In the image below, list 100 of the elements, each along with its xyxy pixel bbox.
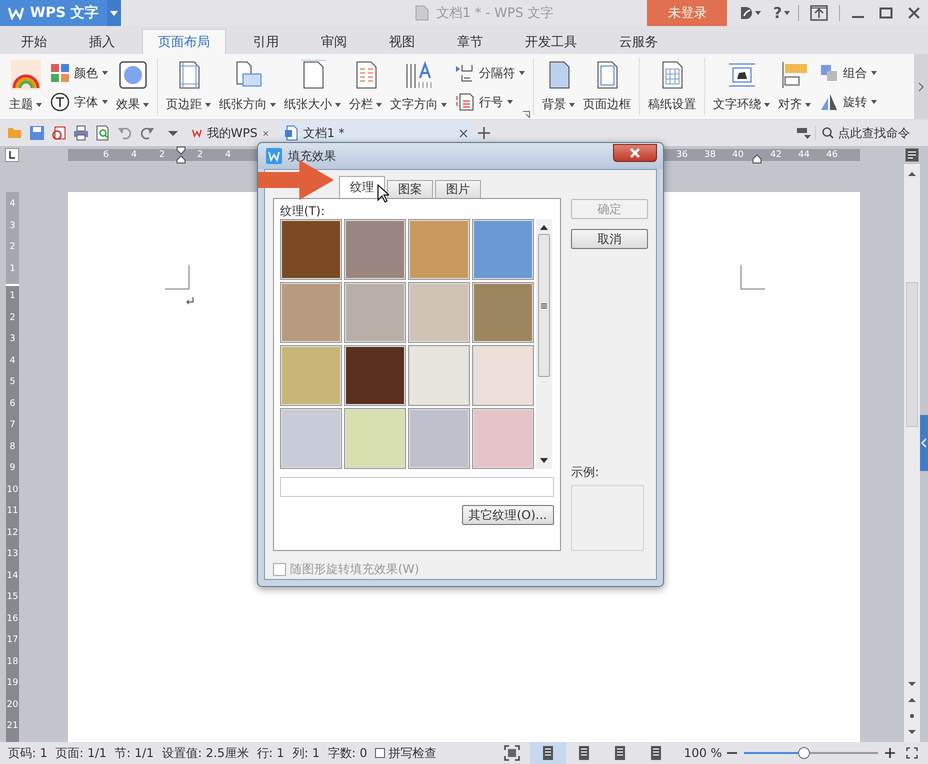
close-icon[interactable] [459, 128, 468, 138]
scroll-down-icon[interactable] [540, 458, 548, 463]
scroll-down-icon[interactable] [907, 680, 917, 688]
texture-swatch[interactable] [472, 345, 534, 406]
ruler-number: 4 [8, 198, 16, 211]
texture-swatch[interactable] [344, 219, 406, 280]
ribbon-button[interactable]: 行号 [452, 89, 528, 115]
scroll-up-icon[interactable] [540, 225, 548, 230]
close-icon[interactable] [262, 128, 268, 138]
scroll-up-icon[interactable] [907, 170, 917, 178]
texture-swatch[interactable] [344, 408, 406, 469]
ruler-number: 17 [6, 634, 19, 647]
browse-object-icon[interactable] [907, 712, 917, 720]
view-mode-button[interactable] [530, 742, 566, 764]
skin-icon[interactable] [740, 6, 762, 20]
pdf-export-icon[interactable] [51, 125, 67, 141]
texture-swatch[interactable] [472, 219, 534, 280]
ribbon-button[interactable]: 颜色 [47, 60, 111, 86]
ribbon-tab[interactable]: 审阅 [306, 29, 362, 54]
page-break-icon [455, 63, 475, 83]
ribbon-button[interactable]: 分栏 [346, 56, 385, 119]
font-icon [50, 92, 70, 112]
ribbon-button[interactable]: 分隔符 [452, 60, 528, 86]
ribbon-button[interactable]: 页边距 [163, 56, 214, 119]
ribbon-button[interactable]: 对齐 [775, 56, 814, 119]
ribbon-button[interactable]: 效果 [113, 56, 152, 119]
texture-swatch[interactable] [344, 345, 406, 406]
ribbon-button[interactable]: 主题 [6, 56, 45, 119]
paragraph-mark-icon [186, 297, 194, 305]
texture-swatch[interactable] [280, 282, 342, 343]
indent-marker-icon[interactable] [176, 146, 186, 164]
texture-swatch[interactable] [408, 408, 470, 469]
ribbon-button[interactable]: 稿纸设置 [645, 56, 699, 119]
ribbon-tab[interactable]: 插入 [74, 29, 130, 54]
ribbon-button[interactable]: 组合 [816, 60, 880, 86]
tab-stop-icon[interactable] [5, 148, 19, 162]
ribbon-button[interactable]: 纸张大小 [281, 56, 344, 119]
next-page-icon[interactable] [907, 728, 917, 736]
ribbon-button[interactable]: 文字方向 [387, 56, 450, 119]
ribbon-tab[interactable]: 开始 [6, 29, 62, 54]
ribbon-button[interactable]: 旋转 [816, 89, 880, 115]
texture-swatch[interactable] [344, 282, 406, 343]
zoom-percentage[interactable]: 100 % [684, 746, 722, 760]
ribbon-tab[interactable]: 云服务 [604, 29, 673, 54]
document-icon [414, 5, 429, 21]
ribbon-tab[interactable]: 视图 [374, 29, 430, 54]
restore-layout-icon[interactable] [810, 5, 828, 21]
ruler-number: 3 [8, 333, 16, 346]
close-icon[interactable] [907, 6, 921, 20]
maximize-icon[interactable] [879, 6, 893, 20]
app-menu-dropdown[interactable] [106, 0, 121, 26]
spellcheck-toggle[interactable]: 拼写检查 [375, 744, 436, 762]
scrollbar-thumb[interactable] [538, 234, 550, 377]
margin-corner-mark [739, 265, 765, 291]
texture-swatch[interactable] [408, 345, 470, 406]
texture-scrollbar[interactable] [536, 219, 552, 469]
checkbox[interactable] [375, 748, 386, 758]
app-menu-button[interactable]: WPS 文字 [0, 0, 107, 26]
vertical-scrollbar[interactable] [904, 164, 920, 742]
ribbon-tab[interactable]: 页面布局 [142, 29, 226, 54]
dialog-launcher-icon[interactable] [523, 111, 530, 118]
ribbon-button[interactable]: 字体 [47, 89, 111, 115]
scrollbar-thumb[interactable] [906, 282, 918, 427]
slider-thumb[interactable] [798, 747, 810, 759]
ribbon-tab[interactable]: 引用 [238, 29, 294, 54]
texture-swatch[interactable] [280, 219, 342, 280]
other-texture-button[interactable]: 其它纹理(O)... [462, 505, 554, 525]
cancel-button[interactable]: 取消 [571, 229, 648, 249]
close-button[interactable] [613, 144, 657, 162]
command-icon[interactable] [796, 126, 812, 140]
help-button[interactable]: ? [773, 4, 790, 22]
ribbon-tab[interactable]: 开发工具 [510, 29, 592, 54]
save-icon[interactable] [29, 125, 45, 141]
texture-swatch[interactable] [408, 282, 470, 343]
texture-name-field[interactable] [280, 477, 554, 497]
redo-icon[interactable] [139, 125, 155, 141]
texture-swatch[interactable] [280, 345, 342, 406]
dialog-tab[interactable]: 图片 [435, 180, 481, 198]
ribbon-button[interactable]: 文字环绕 [710, 56, 773, 119]
texture-swatch[interactable] [472, 282, 534, 343]
previous-page-icon[interactable] [907, 696, 917, 704]
fullscreen-icon[interactable] [504, 745, 520, 761]
side-panel-toggle[interactable] [920, 415, 928, 471]
ribbon-button[interactable]: 页面边框 [580, 56, 634, 119]
dialog-tab[interactable]: 纹理 [339, 176, 385, 198]
texture-swatch[interactable] [280, 408, 342, 469]
ribbon-tab[interactable]: 章节 [442, 29, 498, 54]
document-tab[interactable]: 我的WPS [186, 121, 274, 145]
ribbon-button[interactable]: 背景 [539, 56, 578, 119]
plus-icon[interactable] [477, 126, 491, 140]
command-search-field[interactable]: 点此查找命令 [815, 126, 922, 140]
ribbon-button[interactable]: 纸张方向 [216, 56, 279, 119]
expand-icon[interactable] [906, 747, 918, 759]
ruler-toggle-icon[interactable] [905, 148, 919, 162]
texture-swatch[interactable] [408, 219, 470, 280]
zoom-in-icon[interactable] [884, 747, 896, 759]
texture-swatch[interactable] [472, 408, 534, 469]
print-icon[interactable] [73, 125, 89, 141]
dialog-tab[interactable]: 图案 [387, 180, 433, 198]
print-preview-icon[interactable] [95, 125, 111, 141]
